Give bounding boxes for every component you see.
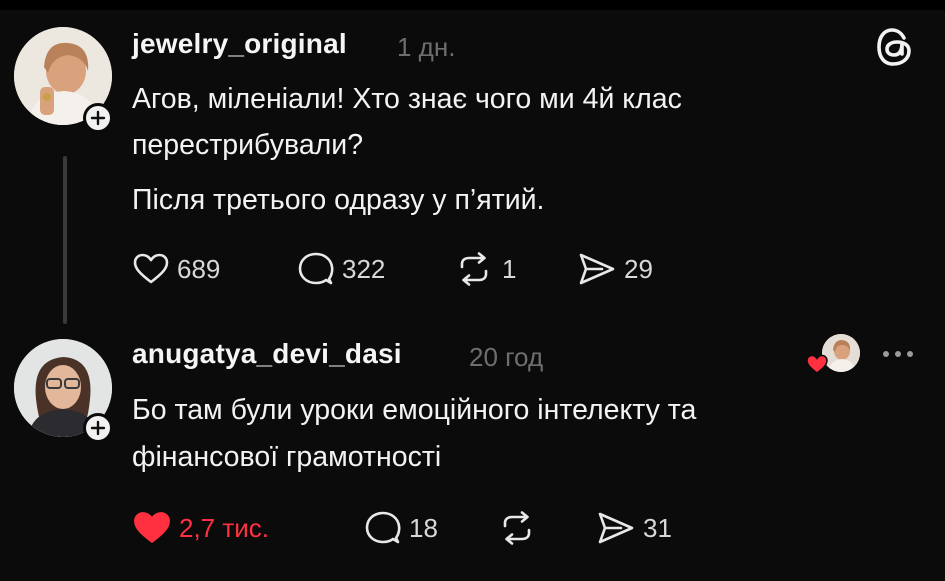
share-send-icon [598, 512, 634, 544]
like-button[interactable]: 2,7 тис. [133, 508, 269, 548]
top-bar [0, 0, 945, 10]
post-time: 1 дн. [397, 32, 456, 62]
plus-icon [90, 110, 106, 126]
reply-button[interactable]: 322 [298, 249, 385, 289]
reply-button[interactable]: 18 [365, 508, 438, 548]
post-text-line: фінансової грамотності [132, 441, 442, 473]
post-text-line: Агов, міленіали! Хто знає чого ми 4й кла… [132, 83, 682, 115]
comment-icon [365, 511, 401, 544]
repost-count: 1 [502, 253, 517, 284]
heart-filled-icon [134, 512, 170, 543]
like-count: 689 [177, 253, 221, 284]
post-text-line: перестрибували? [132, 129, 364, 161]
heart-icon [133, 253, 169, 284]
post-username[interactable]: jewelry_original [132, 28, 347, 60]
follow-plus-button[interactable] [83, 413, 113, 443]
repost-icon [503, 511, 531, 545]
share-count: 31 [643, 512, 672, 543]
repost-icon [460, 252, 488, 286]
reply-count: 18 [409, 512, 438, 543]
post-time: 20 год [469, 342, 544, 372]
share-button[interactable]: 29 [578, 249, 653, 289]
plus-icon [90, 420, 106, 436]
more-options-icon[interactable] [878, 344, 918, 364]
comment-icon [298, 252, 334, 285]
repost-button[interactable]: 1 [454, 249, 516, 289]
heart-icon [806, 354, 828, 374]
reply-count: 322 [342, 253, 386, 284]
repost-button[interactable] [497, 508, 537, 548]
share-send-icon [579, 253, 615, 285]
post-text-line: Бо там були уроки емоційного інтелекту т… [132, 394, 697, 426]
like-button[interactable]: 689 [133, 249, 220, 289]
like-count: 2,7 тис. [179, 512, 270, 543]
thread-line [63, 156, 67, 324]
follow-plus-button[interactable] [83, 103, 113, 133]
post-username[interactable]: anugatya_devi_dasi [132, 338, 402, 370]
threads-logo-icon[interactable] [875, 26, 915, 68]
share-button[interactable]: 31 [597, 508, 672, 548]
post-text-line: Після третього одразу у п’ятий. [132, 184, 545, 216]
share-count: 29 [624, 253, 653, 284]
